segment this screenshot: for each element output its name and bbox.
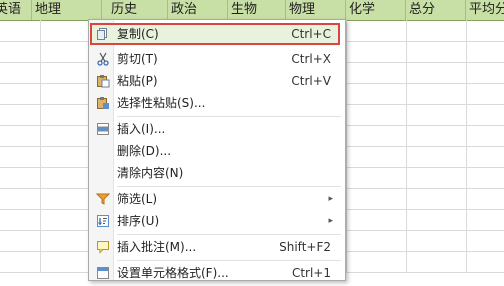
col-header-physics[interactable]: 物理	[286, 0, 346, 20]
col-header-geography[interactable]: 地理	[32, 0, 102, 20]
menu-item-format-cells[interactable]: 设置单元格格式(F)... Ctrl+1	[91, 263, 337, 283]
menu-separator	[117, 186, 341, 187]
menu-item-copy[interactable]: 复制(C) Ctrl+C	[91, 24, 337, 44]
menu-separator	[117, 234, 341, 235]
menu-item-label: 排序(U)	[117, 214, 160, 228]
submenu-arrow-icon: ▸	[328, 194, 333, 204]
menu-item-sort[interactable]: 排序(U) ▸	[91, 211, 337, 231]
col-header-total[interactable]: 总分	[406, 0, 466, 20]
menu-item-label: 插入批注(M)...	[117, 240, 197, 254]
menu-item-label: 设置单元格格式(F)...	[117, 266, 229, 280]
comment-icon	[96, 240, 110, 254]
menu-item-shortcut: Ctrl+X	[291, 52, 331, 66]
menu-item-cut[interactable]: 剪切(T) Ctrl+X	[91, 49, 337, 69]
menu-item-label: 筛选(L)	[117, 192, 158, 206]
submenu-arrow-icon: ▸	[328, 216, 333, 226]
menu-separator	[117, 260, 341, 261]
col-header-english[interactable]: 英语	[0, 0, 32, 20]
menu-item-paste-special[interactable]: 选择性粘贴(S)...	[91, 93, 337, 113]
col-header-biology[interactable]: 生物	[228, 0, 286, 20]
menu-item-shortcut: Ctrl+V	[291, 74, 331, 88]
menu-item-label: 插入(I)...	[117, 122, 166, 136]
copy-icon	[96, 27, 110, 41]
col-header-history[interactable]: 历史	[108, 0, 168, 20]
menu-item-label: 剪切(T)	[117, 52, 158, 66]
menu-item-label: 清除内容(N)	[117, 166, 184, 180]
menu-item-insert-comment[interactable]: 插入批注(M)... Shift+F2	[91, 237, 337, 257]
paste-icon	[96, 74, 110, 88]
menu-item-delete[interactable]: 删除(D)...	[91, 141, 337, 161]
menu-separator	[117, 116, 341, 117]
menu-item-shortcut: Ctrl+1	[291, 266, 331, 280]
format-cells-icon	[96, 266, 110, 280]
menu-item-shortcut: Ctrl+C	[291, 27, 331, 41]
paste-special-icon	[96, 96, 110, 110]
scissors-icon	[96, 52, 110, 66]
sort-icon	[96, 214, 110, 228]
context-menu: 复制(C) Ctrl+C 剪切(T) Ctrl+X 粘贴(P) Ctrl+V 选…	[88, 19, 346, 281]
menu-item-label: 选择性粘贴(S)...	[117, 96, 206, 110]
col-header-politics[interactable]: 政治	[168, 0, 228, 20]
col-header-chemistry[interactable]: 化学	[346, 0, 406, 20]
menu-item-insert[interactable]: 插入(I)...	[91, 119, 337, 139]
menu-item-label: 粘贴(P)	[117, 74, 158, 88]
menu-item-shortcut: Shift+F2	[279, 240, 331, 254]
insert-cells-icon	[96, 122, 110, 136]
col-header-average[interactable]: 平均分	[466, 0, 504, 20]
menu-item-filter[interactable]: 筛选(L) ▸	[91, 189, 337, 209]
menu-item-clear-contents[interactable]: 清除内容(N)	[91, 163, 337, 183]
menu-item-label: 复制(C)	[117, 27, 159, 41]
menu-item-paste[interactable]: 粘贴(P) Ctrl+V	[91, 71, 337, 91]
menu-item-label: 删除(D)...	[117, 144, 172, 158]
header-row: 英语 地理 历史 政治 生物 物理 化学 总分 平均分	[0, 0, 504, 21]
filter-icon	[95, 192, 111, 206]
